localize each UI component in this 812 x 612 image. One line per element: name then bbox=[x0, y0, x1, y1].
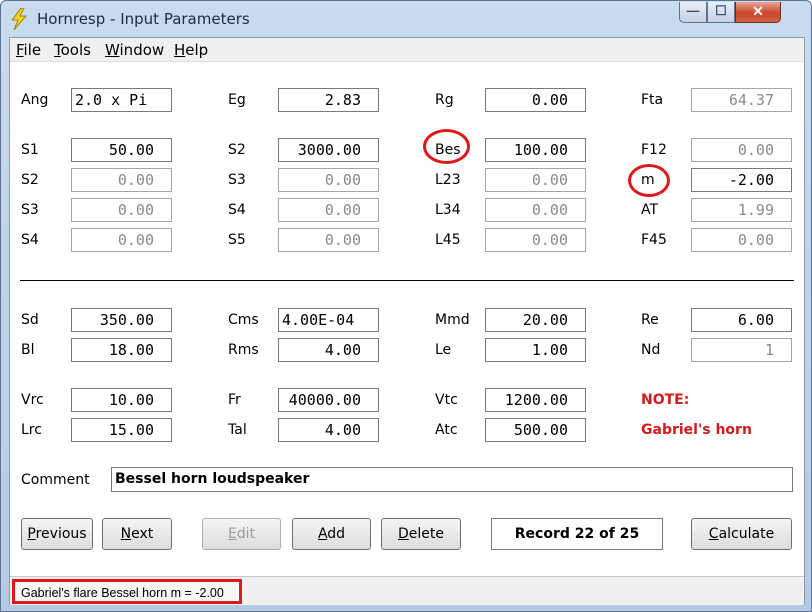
next-button[interactable]: Next bbox=[102, 518, 172, 550]
fr-label: Fr bbox=[228, 392, 241, 408]
f45-field: 0.00 bbox=[691, 228, 792, 252]
input-parameters-panel: File Tools Window Help Ang 2.0 x Pi Eg 2… bbox=[9, 37, 805, 605]
rg-field[interactable]: 0.00 bbox=[485, 88, 586, 112]
s2-top-field[interactable]: 3000.00 bbox=[278, 138, 379, 162]
l34-field[interactable]: 0.00 bbox=[485, 198, 586, 222]
s1-label: S1 bbox=[21, 142, 39, 158]
atc-field[interactable]: 500.00 bbox=[485, 418, 586, 442]
vrc-field[interactable]: 10.00 bbox=[71, 388, 172, 412]
lrc-label: Lrc bbox=[21, 422, 42, 438]
fr-field[interactable]: 40000.00 bbox=[278, 388, 379, 412]
menu-help[interactable]: Help bbox=[174, 41, 208, 59]
note-label: NOTE: bbox=[641, 392, 690, 408]
add-button[interactable]: Add bbox=[292, 518, 371, 550]
s4-mid-label: S4 bbox=[228, 202, 246, 218]
tal-label: Tal bbox=[228, 422, 247, 438]
bes-field[interactable]: 100.00 bbox=[485, 138, 586, 162]
minimize-button[interactable]: — bbox=[679, 2, 707, 23]
calculate-button[interactable]: Calculate bbox=[691, 518, 792, 550]
s4-field[interactable]: 0.00 bbox=[71, 228, 172, 252]
eg-label: Eg bbox=[228, 92, 246, 108]
hornresp-window: Hornresp - Input Parameters — ☐ ✕ File T… bbox=[0, 0, 812, 612]
at-label: AT bbox=[641, 202, 659, 218]
fta-label: Fta bbox=[641, 92, 664, 108]
lightning-bolt-icon bbox=[11, 8, 27, 30]
delete-button[interactable]: Delete bbox=[381, 518, 461, 550]
f12-label: F12 bbox=[641, 142, 667, 158]
previous-button[interactable]: Previous bbox=[21, 518, 93, 550]
bl-label: Bl bbox=[21, 342, 35, 358]
nd-field[interactable]: 1 bbox=[691, 338, 792, 362]
s3-mid-field[interactable]: 0.00 bbox=[278, 168, 379, 192]
bes-highlight-circle bbox=[423, 129, 470, 164]
l45-field[interactable]: 0.00 bbox=[485, 228, 586, 252]
maximize-button[interactable]: ☐ bbox=[707, 2, 735, 23]
m-field[interactable]: -2.00 bbox=[691, 168, 792, 192]
sd-label: Sd bbox=[21, 312, 39, 328]
record-indicator: Record 22 of 25 bbox=[491, 518, 663, 550]
cms-label: Cms bbox=[228, 312, 259, 328]
s4-mid-field[interactable]: 0.00 bbox=[278, 198, 379, 222]
vtc-field[interactable]: 1200.00 bbox=[485, 388, 586, 412]
l23-field[interactable]: 0.00 bbox=[485, 168, 586, 192]
mmd-label: Mmd bbox=[435, 312, 470, 328]
le-label: Le bbox=[435, 342, 452, 358]
s5-field[interactable]: 0.00 bbox=[278, 228, 379, 252]
eg-field[interactable]: 2.83 bbox=[278, 88, 379, 112]
status-text: Gabriel's flare Bessel horn m = -2.00 bbox=[12, 579, 242, 604]
s2-label: S2 bbox=[21, 172, 39, 188]
minimize-icon: — bbox=[686, 3, 700, 18]
edit-button: Edit bbox=[202, 518, 281, 550]
window-title: Hornresp - Input Parameters bbox=[37, 10, 250, 28]
rms-field[interactable]: 4.00 bbox=[278, 338, 379, 362]
at-field: 1.99 bbox=[691, 198, 792, 222]
s4-label: S4 bbox=[21, 232, 39, 248]
vtc-label: Vtc bbox=[435, 392, 458, 408]
comment-label: Comment bbox=[21, 472, 90, 488]
bl-field[interactable]: 18.00 bbox=[71, 338, 172, 362]
menu-file[interactable]: File bbox=[16, 41, 41, 59]
menu-window[interactable]: Window bbox=[105, 41, 164, 59]
maximize-icon: ☐ bbox=[715, 3, 727, 18]
m-highlight-circle bbox=[628, 164, 670, 197]
atc-label: Atc bbox=[435, 422, 458, 438]
le-field[interactable]: 1.00 bbox=[485, 338, 586, 362]
cms-field[interactable]: 4.00E-04 bbox=[278, 308, 379, 332]
tal-field[interactable]: 4.00 bbox=[278, 418, 379, 442]
ang-label: Ang bbox=[21, 92, 49, 108]
s2-field[interactable]: 0.00 bbox=[71, 168, 172, 192]
s5-label: S5 bbox=[228, 232, 246, 248]
re-field[interactable]: 6.00 bbox=[691, 308, 792, 332]
l45-label: L45 bbox=[435, 232, 461, 248]
rg-label: Rg bbox=[435, 92, 454, 108]
nd-label: Nd bbox=[641, 342, 661, 358]
lrc-field[interactable]: 15.00 bbox=[71, 418, 172, 442]
re-label: Re bbox=[641, 312, 659, 328]
s3-label: S3 bbox=[21, 202, 39, 218]
sd-field[interactable]: 350.00 bbox=[71, 308, 172, 332]
s2-top-label: S2 bbox=[228, 142, 246, 158]
menu-bar: File Tools Window Help bbox=[10, 38, 804, 62]
section-divider bbox=[20, 280, 794, 281]
title-bar[interactable]: Hornresp - Input Parameters — ☐ ✕ bbox=[1, 1, 811, 37]
ang-field[interactable]: 2.0 x Pi bbox=[71, 88, 172, 112]
s3-mid-label: S3 bbox=[228, 172, 246, 188]
s1-field[interactable]: 50.00 bbox=[71, 138, 172, 162]
f12-field: 0.00 bbox=[691, 138, 792, 162]
note-text: Gabriel's horn bbox=[641, 422, 752, 438]
close-button[interactable]: ✕ bbox=[735, 2, 781, 23]
l23-label: L23 bbox=[435, 172, 461, 188]
fta-field: 64.37 bbox=[691, 88, 792, 112]
rms-label: Rms bbox=[228, 342, 259, 358]
comment-field[interactable]: Bessel horn loudspeaker bbox=[111, 467, 793, 492]
menu-tools[interactable]: Tools bbox=[54, 41, 91, 59]
s3-field[interactable]: 0.00 bbox=[71, 198, 172, 222]
l34-label: L34 bbox=[435, 202, 461, 218]
f45-label: F45 bbox=[641, 232, 667, 248]
close-icon: ✕ bbox=[752, 3, 764, 19]
vrc-label: Vrc bbox=[21, 392, 44, 408]
mmd-field[interactable]: 20.00 bbox=[485, 308, 586, 332]
status-bar: Gabriel's flare Bessel horn m = -2.00 bbox=[10, 576, 804, 605]
